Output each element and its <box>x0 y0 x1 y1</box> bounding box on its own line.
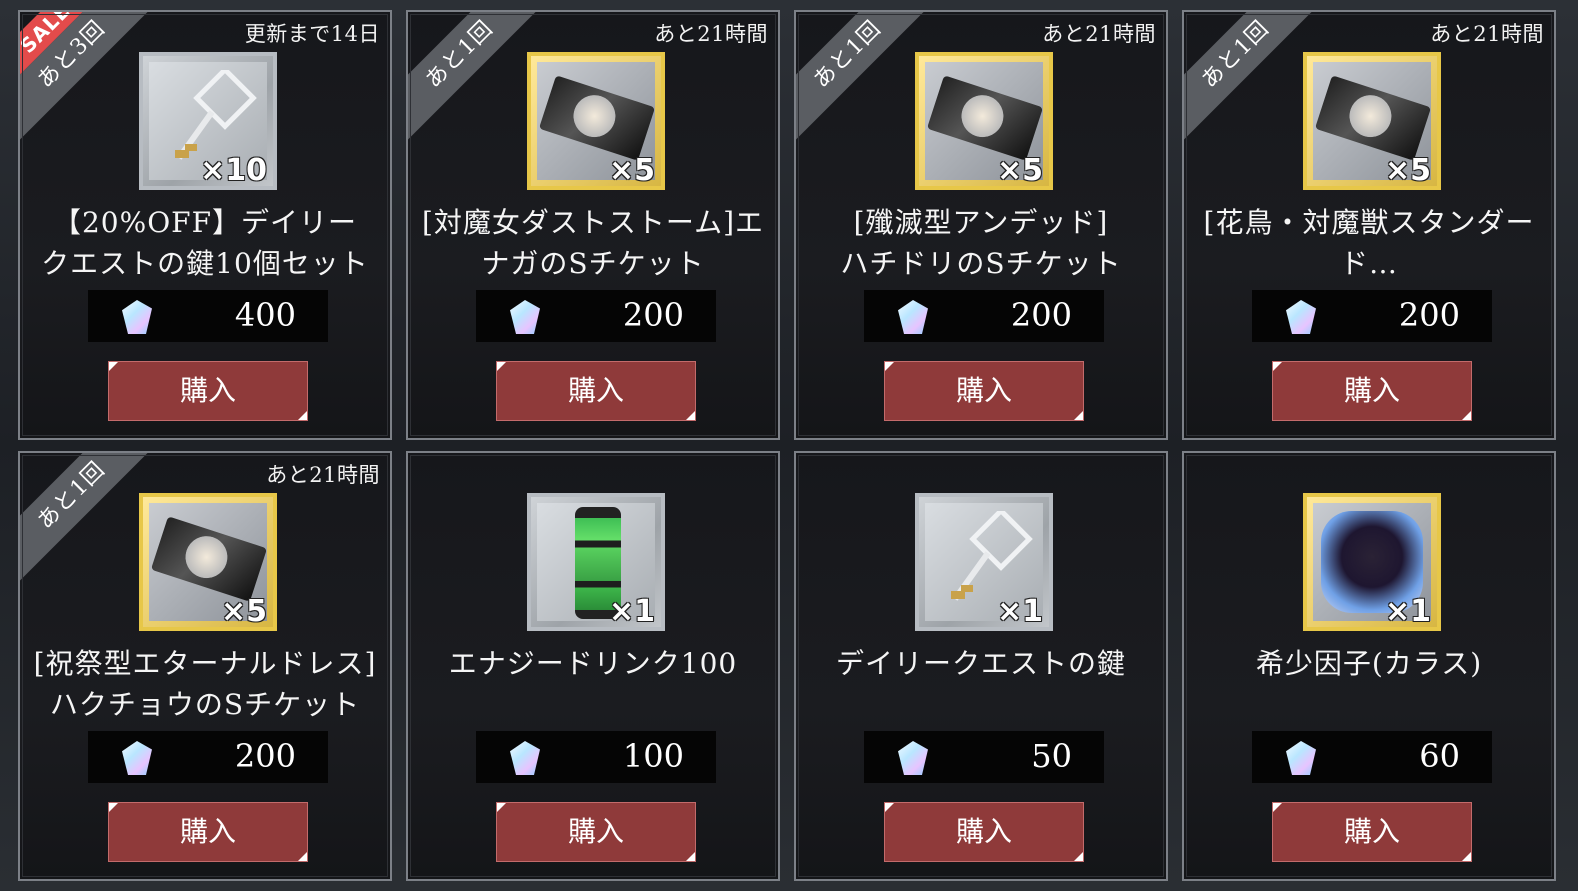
purchase-limit-label: あと1回 <box>421 16 499 94</box>
item-thumbnail[interactable]: ×5 <box>527 52 665 190</box>
item-thumbnail[interactable]: ×5 <box>915 52 1053 190</box>
shop-item-card[interactable]: あと1回 あと21時間 ×5 [対魔女ダストストーム]エ ナガのSチケット 20… <box>406 10 780 440</box>
item-thumbnail[interactable]: ×1 <box>527 493 665 631</box>
item-name: 【20%OFF】デイリー クエストの鍵10個セット <box>28 202 382 284</box>
item-name: エナジードリンク100 <box>416 643 770 725</box>
gem-currency-icon <box>510 741 540 775</box>
buy-button[interactable]: 購入 <box>496 361 696 421</box>
item-name-line1: 【20%OFF】デイリー <box>52 206 358 239</box>
item-name-line1: デイリークエストの鍵 <box>835 647 1126 680</box>
gem-currency-icon <box>122 300 152 334</box>
item-thumbnail[interactable]: ×1 <box>1303 493 1441 631</box>
price-box: 200 <box>476 290 716 342</box>
price-box: 200 <box>864 290 1104 342</box>
item-name: [祝祭型エターナルドレス] ハクチョウのSチケット <box>28 643 382 725</box>
buy-button[interactable]: 購入 <box>108 361 308 421</box>
purchase-limit-label: あと1回 <box>33 457 111 535</box>
item-name-line2: ハチドリのSチケット <box>840 247 1122 280</box>
price-box: 400 <box>88 290 328 342</box>
gem-currency-icon <box>898 741 928 775</box>
shop-item-card[interactable]: ×1 希少因子(カラス) 60 購入 <box>1182 451 1556 881</box>
item-name: [対魔女ダストストーム]エ ナガのSチケット <box>416 202 770 284</box>
item-quantity: ×1 <box>1384 594 1431 629</box>
item-name: 希少因子(カラス) <box>1192 643 1546 725</box>
item-name-line1: [対魔女ダストストーム]エ <box>421 206 764 239</box>
price-amount: 60 <box>1419 737 1460 775</box>
shop-item-card[interactable]: SALE あと3回 更新まで14日 ×10 【20%OFF】デイリー クエストの… <box>18 10 392 440</box>
buy-button[interactable]: 購入 <box>884 361 1084 421</box>
price-box: 200 <box>88 731 328 783</box>
price-amount: 400 <box>234 296 296 334</box>
item-quantity: ×5 <box>1384 153 1431 188</box>
price-box: 200 <box>1252 290 1492 342</box>
item-name-line2: ナガのSチケット <box>481 247 705 280</box>
buy-button[interactable]: 購入 <box>1272 802 1472 862</box>
item-thumbnail[interactable]: ×1 <box>915 493 1053 631</box>
item-name-line2: ハクチョウのSチケット <box>49 688 361 721</box>
item-name-line1: [殲滅型アンデッド] <box>853 206 1109 239</box>
item-quantity: ×1 <box>996 594 1043 629</box>
time-remaining: あと21時間 <box>1042 22 1156 46</box>
price-box: 100 <box>476 731 716 783</box>
buy-button[interactable]: 購入 <box>496 802 696 862</box>
item-quantity: ×5 <box>996 153 1043 188</box>
gem-currency-icon <box>1286 300 1316 334</box>
item-quantity: ×5 <box>220 594 267 629</box>
gem-currency-icon <box>122 741 152 775</box>
shop-item-card[interactable]: ×1 エナジードリンク100 100 購入 <box>406 451 780 881</box>
gem-currency-icon <box>510 300 540 334</box>
time-remaining: あと21時間 <box>1430 22 1544 46</box>
time-remaining: あと21時間 <box>654 22 768 46</box>
shop-grid: SALE あと3回 更新まで14日 ×10 【20%OFF】デイリー クエストの… <box>0 0 1578 891</box>
item-name-line1: [祝祭型エターナルドレス] <box>33 647 377 680</box>
item-quantity: ×10 <box>200 153 267 188</box>
item-name: [花鳥・対魔獣スタンダー ド… <box>1192 202 1546 284</box>
shop-item-card[interactable]: ×1 デイリークエストの鍵 50 購入 <box>794 451 1168 881</box>
price-amount: 200 <box>234 737 296 775</box>
shop-item-card[interactable]: あと1回 あと21時間 ×5 [殲滅型アンデッド] ハチドリのSチケット 200… <box>794 10 1168 440</box>
price-amount: 100 <box>622 737 684 775</box>
price-amount: 50 <box>1031 737 1072 775</box>
item-name-line2: クエストの鍵10個セット <box>41 247 369 280</box>
shop-item-card[interactable]: あと1回 あと21時間 ×5 [花鳥・対魔獣スタンダー ド… 200 購入 <box>1182 10 1556 440</box>
item-name: [殲滅型アンデッド] ハチドリのSチケット <box>804 202 1158 284</box>
price-amount: 200 <box>622 296 684 334</box>
purchase-limit-label: あと1回 <box>809 16 887 94</box>
item-quantity: ×1 <box>608 594 655 629</box>
buy-button[interactable]: 購入 <box>1272 361 1472 421</box>
item-name: デイリークエストの鍵 <box>804 643 1158 725</box>
time-remaining: 更新まで14日 <box>244 22 380 46</box>
item-name-line1: 希少因子(カラス) <box>1255 647 1483 680</box>
gem-currency-icon <box>1286 741 1316 775</box>
price-box: 50 <box>864 731 1104 783</box>
item-thumbnail[interactable]: ×10 <box>139 52 277 190</box>
price-box: 60 <box>1252 731 1492 783</box>
item-quantity: ×5 <box>608 153 655 188</box>
item-name-line2: ド… <box>1339 247 1398 280</box>
item-thumbnail[interactable]: ×5 <box>1303 52 1441 190</box>
buy-button[interactable]: 購入 <box>884 802 1084 862</box>
item-name-line1: エナジードリンク100 <box>448 647 738 680</box>
item-name-line1: [花鳥・対魔獣スタンダー <box>1203 206 1535 239</box>
price-amount: 200 <box>1010 296 1072 334</box>
item-thumbnail[interactable]: ×5 <box>139 493 277 631</box>
time-remaining: あと21時間 <box>266 463 380 487</box>
gem-currency-icon <box>898 300 928 334</box>
shop-item-card[interactable]: あと1回 あと21時間 ×5 [祝祭型エターナルドレス] ハクチョウのSチケット… <box>18 451 392 881</box>
purchase-limit-label: あと1回 <box>1197 16 1275 94</box>
price-amount: 200 <box>1398 296 1460 334</box>
buy-button[interactable]: 購入 <box>108 802 308 862</box>
